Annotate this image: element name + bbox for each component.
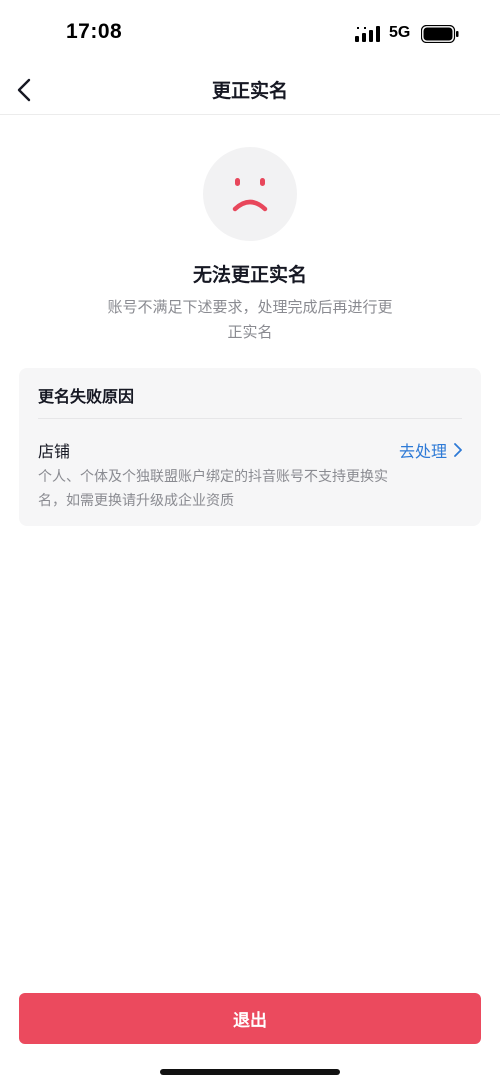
reason-item-description: 个人、个体及个独联盟账户绑定的抖音账号不支持更换实名，如需更换请升级成企业资质: [38, 469, 388, 509]
status-bar: 17:08 5G: [0, 0, 500, 66]
navigation-bar: 更正实名: [0, 66, 500, 115]
card-divider: [38, 418, 462, 419]
result-description: 账号不满足下述要求，处理完成后再进行更正实名: [107, 298, 393, 341]
handle-button-label: 去处理: [398, 442, 447, 461]
home-indicator: [160, 1069, 340, 1075]
exit-button[interactable]: 退出: [19, 993, 481, 1044]
battery-icon: [421, 25, 459, 43]
failure-reason-card: 更名失败原因 店铺 去处理 个人、个体及个独联盟账户绑定的抖音账号不支持更换实名…: [19, 368, 481, 526]
result-icon-container: [203, 147, 297, 241]
chevron-right-icon: [454, 443, 462, 457]
reason-item-title: 店铺: [38, 442, 71, 461]
signal-icon: [355, 26, 380, 42]
card-header: 更名失败原因: [38, 387, 135, 406]
network-type: 5G: [389, 24, 411, 41]
status-time: 17:08: [66, 20, 123, 43]
handle-button[interactable]: 去处理: [399, 438, 463, 462]
page-title: 更正实名: [211, 80, 288, 102]
sad-face-icon: [232, 178, 268, 212]
result-title: 无法更正实名: [192, 264, 307, 286]
